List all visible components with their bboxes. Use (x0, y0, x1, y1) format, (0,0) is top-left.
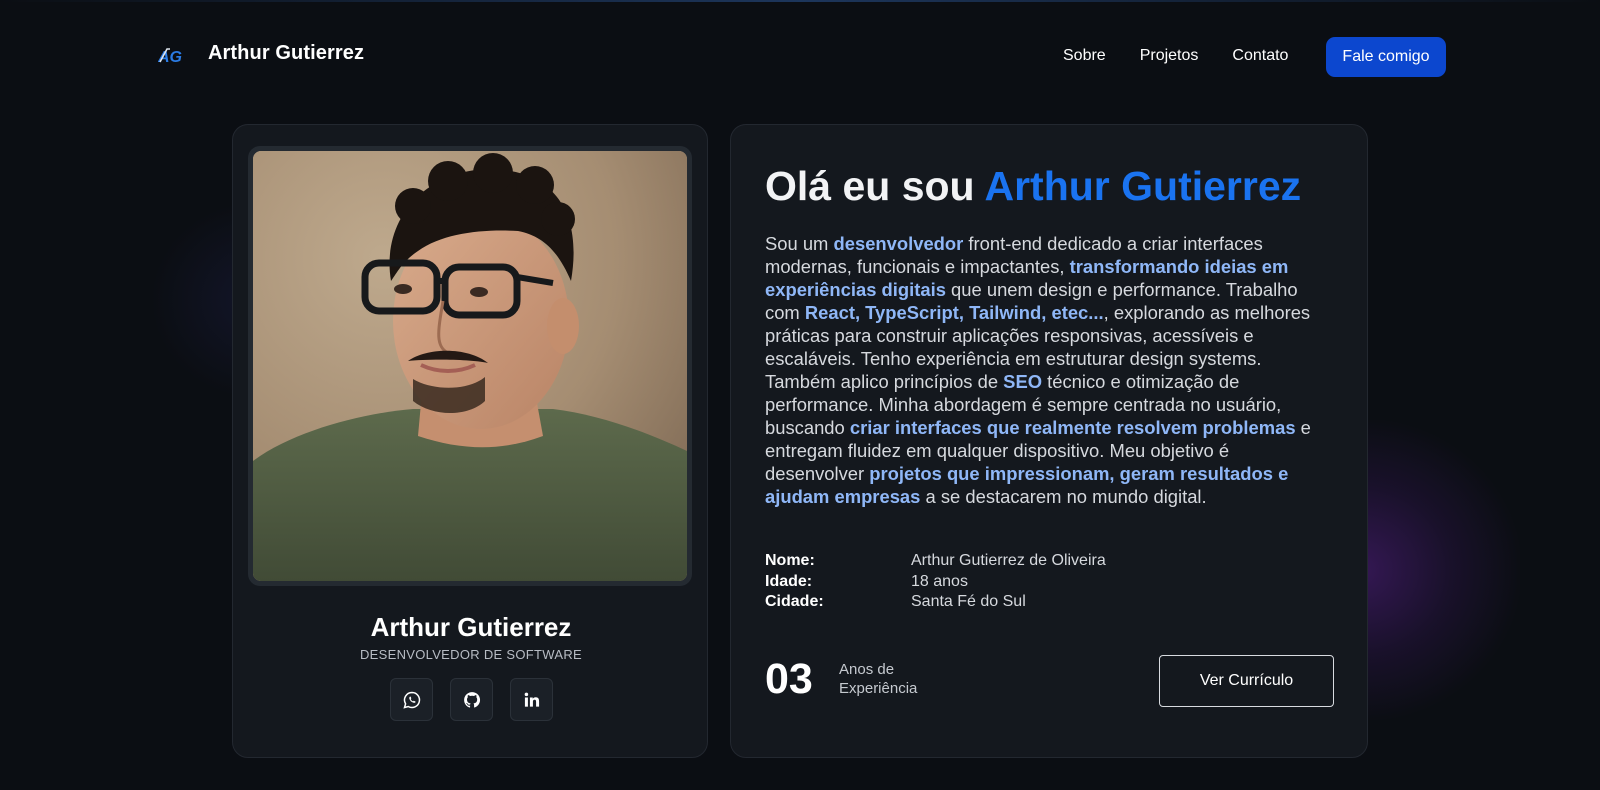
profile-name: Arthur Gutierrez (370, 612, 572, 642)
fact-row-city: Cidade: Santa Fé do Sul (765, 592, 1325, 613)
experience-years-label: Anos de Experiência (839, 661, 959, 698)
experience-label-line2: Experiência (839, 679, 918, 697)
contact-cta-button[interactable]: Fale comigo (1326, 37, 1446, 77)
greeting-name: Arthur Gutierrez (984, 163, 1302, 209)
bio-highlight: desenvolvedor (833, 233, 964, 254)
about-card: Olá eu sou Arthur Gutierrez Sou um desen… (730, 124, 1368, 758)
main-nav: Sobre Projetos Contato (1063, 47, 1288, 65)
view-resume-button[interactable]: Ver Currículo (1159, 655, 1334, 707)
personal-facts: Nome: Arthur Gutierrez de Oliveira Idade… (765, 551, 1325, 613)
nav-link-sobre[interactable]: Sobre (1063, 47, 1106, 65)
bio-paragraph: Sou um desenvolvedor front-end dedicado … (765, 232, 1325, 508)
github-button[interactable] (450, 678, 493, 721)
profile-photo-frame (248, 146, 692, 586)
linkedin-icon (524, 692, 539, 707)
portrait-illustration (253, 151, 687, 581)
fact-label: Idade: (765, 572, 813, 590)
linkedin-button[interactable] (510, 678, 553, 721)
bio-segment: Sou um (765, 233, 834, 254)
fact-value: Arthur Gutierrez de Oliveira (911, 552, 1106, 569)
ag-logo-icon[interactable]: AG (158, 44, 190, 66)
experience-years-value: 03 (765, 655, 813, 703)
profile-card: Arthur Gutierrez DESENVOLVEDOR DE SOFTWA… (232, 124, 708, 758)
fact-row-name: Nome: Arthur Gutierrez de Oliveira (765, 551, 1325, 572)
fact-label: Cidade: (765, 593, 824, 610)
bio-highlight: SEO (1003, 371, 1043, 392)
greeting-text: Olá eu sou (765, 163, 985, 209)
profile-role: DESENVOLVEDOR DE SOFTWARE (359, 647, 583, 662)
brand-name[interactable]: Arthur Gutierrez (208, 42, 364, 65)
whatsapp-button[interactable] (390, 678, 433, 721)
site-header: AG Arthur Gutierrez Sobre Projetos Conta… (0, 0, 1600, 112)
social-links (390, 678, 553, 721)
fact-label: Nome: (765, 552, 815, 569)
nav-link-projetos[interactable]: Projetos (1140, 47, 1199, 65)
bio-highlight: React, TypeScript, Tailwind, etec... (804, 302, 1104, 323)
fact-row-age: Idade: 18 anos (765, 572, 1325, 593)
profile-photo (253, 151, 687, 581)
experience-label-line1: Anos de (839, 661, 895, 678)
bio-segment: a se destacarem no mundo digital. (920, 486, 1207, 507)
whatsapp-icon (402, 691, 420, 709)
greeting-heading: Olá eu sou Arthur Gutierrez (765, 163, 1301, 210)
bio-highlight: criar interfaces que realmente resolvem … (849, 417, 1296, 438)
nav-link-contato[interactable]: Contato (1232, 47, 1288, 65)
github-icon (463, 691, 480, 708)
fact-value: Santa Fé do Sul (911, 593, 1026, 610)
fact-value: 18 anos (911, 572, 968, 590)
